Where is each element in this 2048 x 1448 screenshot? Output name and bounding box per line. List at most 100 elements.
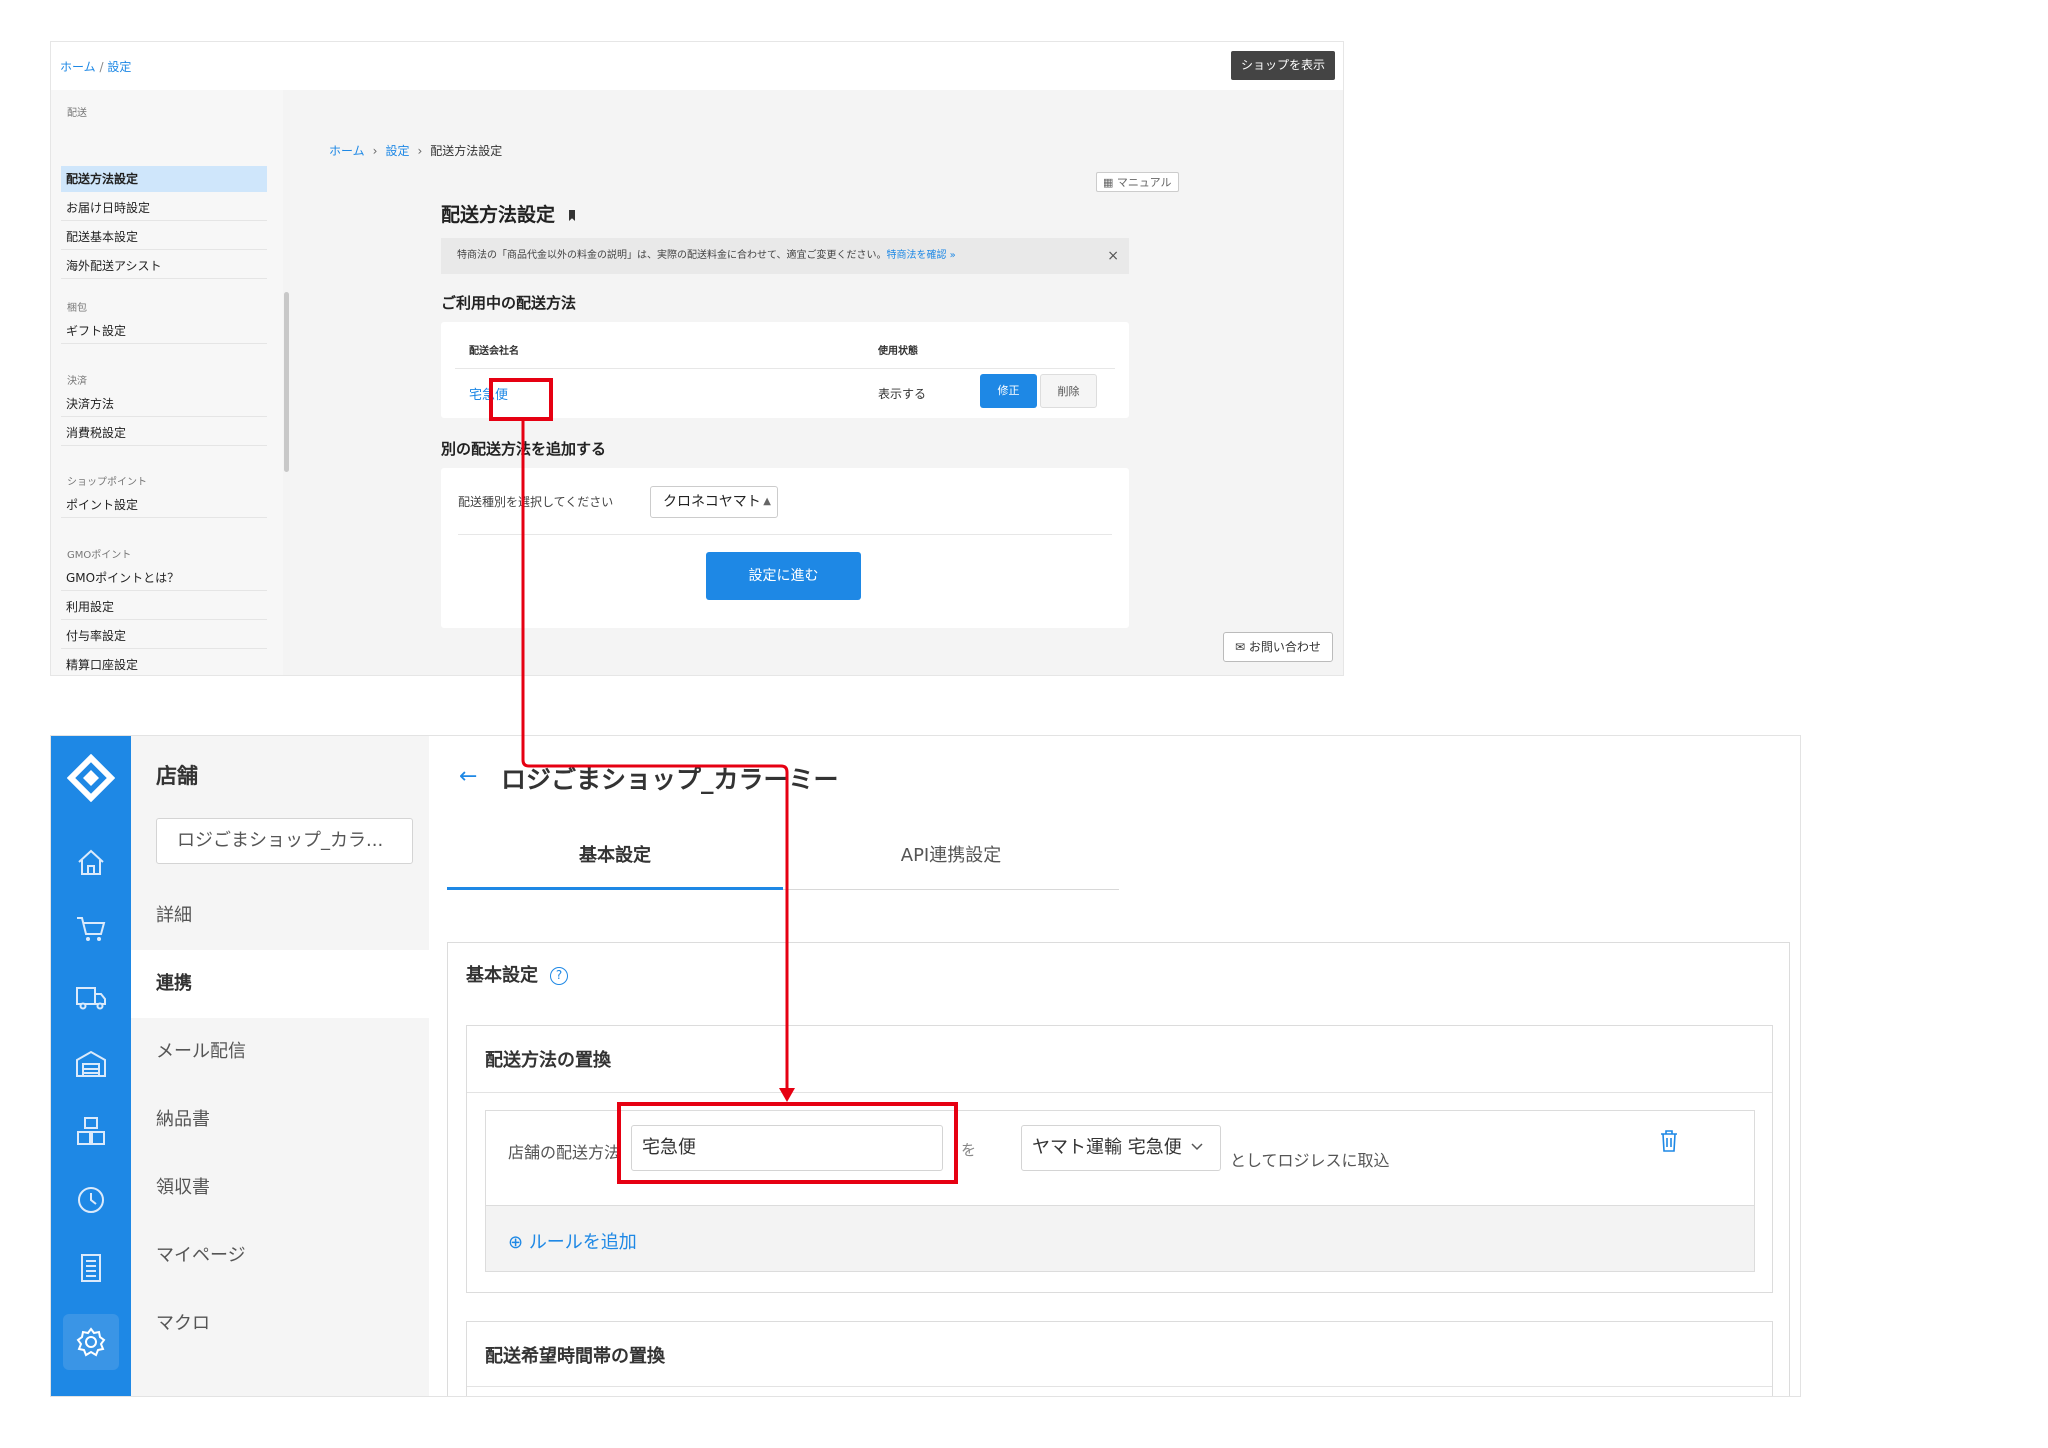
- back-arrow-icon[interactable]: ←: [459, 764, 477, 789]
- replace-rule: 店舗の配送方法 宅急便 を ヤマト運輸 宅急便 としてロジレスに取込 ⊕ ルール…: [485, 1110, 1755, 1272]
- edit-button[interactable]: 修正: [980, 374, 1037, 408]
- breadcrumb-settings[interactable]: 設定: [385, 144, 409, 158]
- store-main: ← ロジごまショップ_カラーミー 基本設定 API連携設定 基本設定? 配送方法…: [429, 736, 1800, 1396]
- time-slot-replace-section: 配送希望時間帯の置換: [466, 1321, 1773, 1396]
- home-icon[interactable]: [69, 840, 113, 884]
- shipping-method-replace-section: 配送方法の置換 店舗の配送方法 宅急便 を ヤマト運輸 宅急便 としてロジレスに…: [466, 1025, 1773, 1293]
- tab-bar: 基本設定 API連携設定: [447, 834, 1119, 890]
- section-divider: [467, 1386, 1772, 1387]
- logo-icon[interactable]: [67, 754, 115, 802]
- nav-item-receipt[interactable]: 領収書: [131, 1154, 429, 1222]
- add-method-card: 配送種別を選択してください クロネコヤマト ▲ 設定に進む: [441, 468, 1129, 628]
- icon-rail: [51, 736, 131, 1396]
- nav-item-mail[interactable]: メール配信: [131, 1018, 429, 1086]
- row-divider: [455, 368, 1115, 369]
- section-divider: [467, 1092, 1772, 1093]
- store-title: ロジごまショップ_カラーミー: [501, 765, 839, 794]
- group-title-packing: 梱包: [67, 303, 87, 314]
- group-title-shipping: 配送: [67, 108, 87, 119]
- sidebar-item-payment-method[interactable]: 決済方法: [61, 391, 267, 417]
- sidebar-item-shipping-basic[interactable]: 配送基本設定: [61, 224, 267, 250]
- in-use-heading: ご利用中の配送方法: [441, 294, 577, 312]
- ledger-icon[interactable]: [69, 1246, 113, 1290]
- card-divider: [458, 534, 1112, 535]
- truck-icon[interactable]: [69, 974, 113, 1018]
- col-carrier-header: 配送会社名: [469, 346, 519, 357]
- sidebar-item-shipping-method[interactable]: 配送方法設定: [61, 166, 267, 192]
- settings-main: ホーム › 設定 › 配送方法設定 ▦ マニュアル 配送方法設定 特商法の「商品代金以外…: [291, 90, 1343, 675]
- breadcrumb-home[interactable]: ホーム: [329, 144, 365, 158]
- bookmark-icon[interactable]: [569, 210, 576, 221]
- panel-heading: 基本設定?: [466, 961, 568, 987]
- status-text: 表示する: [878, 387, 927, 401]
- carrier-type-label: 配送種別を選択してください: [458, 495, 614, 509]
- logiless-method-select[interactable]: ヤマト運輸 宅急便: [1021, 1125, 1221, 1171]
- sidebar-item-gmo-usage[interactable]: 利用設定: [61, 594, 267, 620]
- add-method-heading: 別の配送方法を追加する: [441, 440, 607, 458]
- rule-label: 店舗の配送方法: [508, 1143, 621, 1162]
- tab-basic-settings[interactable]: 基本設定: [447, 834, 783, 890]
- carrier-link[interactable]: 宅急便: [469, 384, 508, 403]
- sidebar-item-gmo-about[interactable]: GMOポイントとは？: [61, 565, 267, 591]
- book-icon: ▦: [1103, 176, 1117, 189]
- sidebar-item-gmo-rate[interactable]: 付与率設定: [61, 623, 267, 649]
- rule-footer: ⊕ ルールを追加: [486, 1205, 1754, 1271]
- settings-icon[interactable]: [69, 1320, 113, 1364]
- store-sidebar: 店舗 ロジごまショップ_カラ... 詳細 連携 メール配信 納品書 領収書 マイ…: [131, 736, 429, 1396]
- section-title: 配送希望時間帯の置換: [485, 1346, 665, 1367]
- nav-item-mypage[interactable]: マイページ: [131, 1222, 429, 1290]
- top-bar: ホーム / 設定 ショップを表示: [51, 42, 1343, 90]
- group-title-gmo-point: GMOポイント: [67, 550, 132, 561]
- plus-circle-icon: ⊕: [508, 1232, 529, 1253]
- mail-icon: ✉: [1235, 640, 1249, 654]
- nav-item-macro[interactable]: マクロ: [131, 1290, 429, 1358]
- show-shop-button[interactable]: ショップを表示: [1230, 51, 1335, 80]
- add-rule-button[interactable]: ⊕ ルールを追加: [508, 1228, 637, 1254]
- sidebar-item-delivery-date[interactable]: お届け日時設定: [61, 195, 267, 221]
- close-icon[interactable]: ×: [1107, 238, 1119, 274]
- page-title: 配送方法設定: [441, 200, 576, 227]
- store-heading: 店舗: [156, 764, 198, 788]
- rule-particle: を: [961, 1141, 977, 1159]
- nav-item-details[interactable]: 詳細: [131, 882, 429, 950]
- history-icon[interactable]: [69, 1178, 113, 1222]
- chevron-down-icon: [1191, 1143, 1203, 1151]
- settings-sidebar: 配送 配送方法設定 お届け日時設定 配送基本設定 海外配送アシスト 梱包 ギフト…: [51, 90, 283, 675]
- sidebar-item-gift[interactable]: ギフト設定: [61, 318, 267, 344]
- cart-icon[interactable]: [69, 906, 113, 950]
- breadcrumb-current: 配送方法設定: [430, 144, 503, 158]
- sidebar-scrollbar[interactable]: [284, 292, 289, 472]
- shop-admin-screenshot: ホーム / 設定 ショップを表示 配送 配送方法設定 お届け日時設定 配送基本設…: [50, 41, 1344, 676]
- store-selector[interactable]: ロジごまショップ_カラ...: [156, 818, 413, 864]
- group-title-shop-point: ショップポイント: [67, 477, 147, 488]
- sidebar-item-overseas-assist[interactable]: 海外配送アシスト: [61, 253, 267, 279]
- law-link[interactable]: 特商法を確認 »: [887, 250, 956, 261]
- nav-item-delivery-note[interactable]: 納品書: [131, 1086, 429, 1154]
- trash-icon[interactable]: [1658, 1129, 1680, 1153]
- basic-settings-panel: 基本設定? 配送方法の置換 店舗の配送方法 宅急便 を ヤマト運輸 宅急便 とし…: [447, 942, 1790, 1396]
- crumb-settings-link[interactable]: 設定: [107, 60, 131, 74]
- notice-banner: 特商法の「商品代金以外の料金の説明」は、実際の配送料金に合わせて、適宜ご変更くだ…: [441, 238, 1129, 274]
- warehouse-icon[interactable]: [69, 1042, 113, 1086]
- breadcrumb: ホーム › 設定 › 配送方法設定: [329, 144, 503, 158]
- shop-method-input[interactable]: 宅急便: [631, 1125, 943, 1171]
- sidebar-item-gmo-account[interactable]: 精算口座設定: [61, 652, 267, 675]
- section-title: 配送方法の置換: [485, 1050, 611, 1071]
- rule-suffix: としてロジレスに取込: [1230, 1151, 1390, 1170]
- sidebar-item-point[interactable]: ポイント設定: [61, 492, 267, 518]
- boxes-icon[interactable]: [69, 1110, 113, 1154]
- tab-api-settings[interactable]: API連携設定: [783, 834, 1119, 890]
- sidebar-item-tax[interactable]: 消費税設定: [61, 420, 267, 446]
- nav-item-integration[interactable]: 連携: [131, 950, 429, 1018]
- manual-button[interactable]: ▦ マニュアル: [1096, 172, 1179, 192]
- carrier-type-select[interactable]: クロネコヤマト ▲: [650, 486, 778, 518]
- help-icon[interactable]: ?: [550, 967, 568, 985]
- crumb-home-link[interactable]: ホーム: [60, 60, 96, 74]
- in-use-card: 配送会社名 使用状態 宅急便 表示する 修正 削除: [441, 322, 1129, 418]
- proceed-button[interactable]: 設定に進む: [706, 552, 861, 600]
- top-breadcrumb: ホーム / 設定: [60, 60, 132, 74]
- contact-button[interactable]: ✉ お問い合わせ: [1223, 632, 1333, 662]
- updown-icon: ▲: [763, 496, 771, 507]
- delete-button[interactable]: 削除: [1040, 374, 1097, 408]
- col-status-header: 使用状態: [878, 346, 918, 357]
